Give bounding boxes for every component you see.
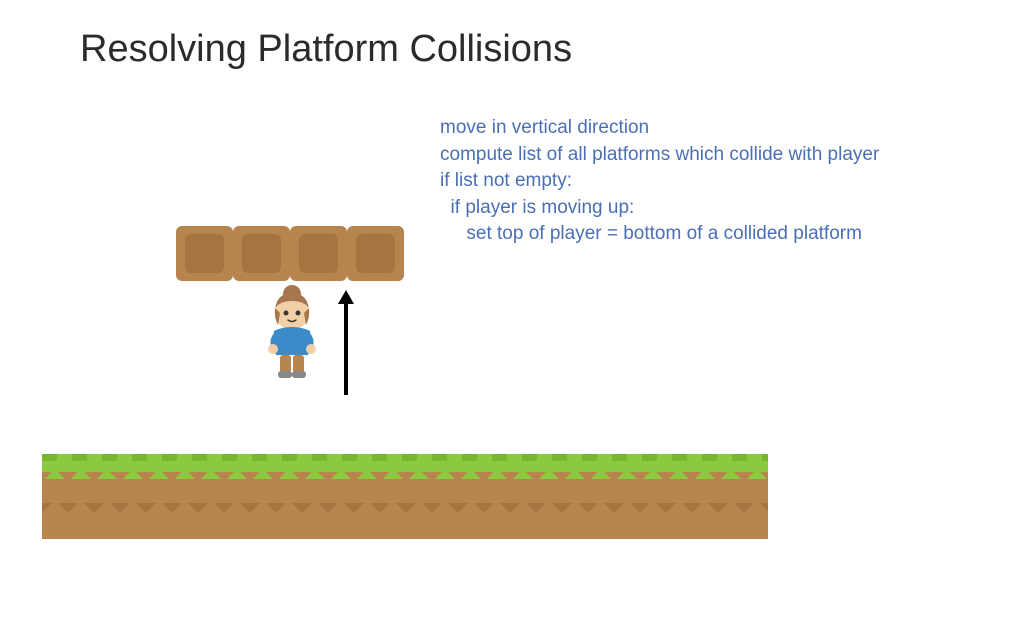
pseudocode-line: set top of player = bottom of a collided… xyxy=(440,221,879,248)
ground-platform xyxy=(42,454,768,539)
pseudocode-block: move in vertical direction compute list … xyxy=(440,115,879,248)
platform-block xyxy=(290,226,347,281)
up-arrow-icon xyxy=(336,290,356,395)
pseudocode-line: if player is moving up: xyxy=(440,195,879,222)
pseudocode-line: if list not empty: xyxy=(440,168,879,195)
grass-layer xyxy=(42,454,768,479)
dirt-layer xyxy=(42,479,768,539)
platform-block xyxy=(347,226,404,281)
platform-blocks xyxy=(176,226,404,281)
platform-block xyxy=(176,226,233,281)
slide-title: Resolving Platform Collisions xyxy=(80,28,572,71)
pseudocode-line: compute list of all platforms which coll… xyxy=(440,142,879,169)
pseudocode-line: move in vertical direction xyxy=(440,115,879,142)
player-character xyxy=(260,283,325,383)
platform-block xyxy=(233,226,290,281)
